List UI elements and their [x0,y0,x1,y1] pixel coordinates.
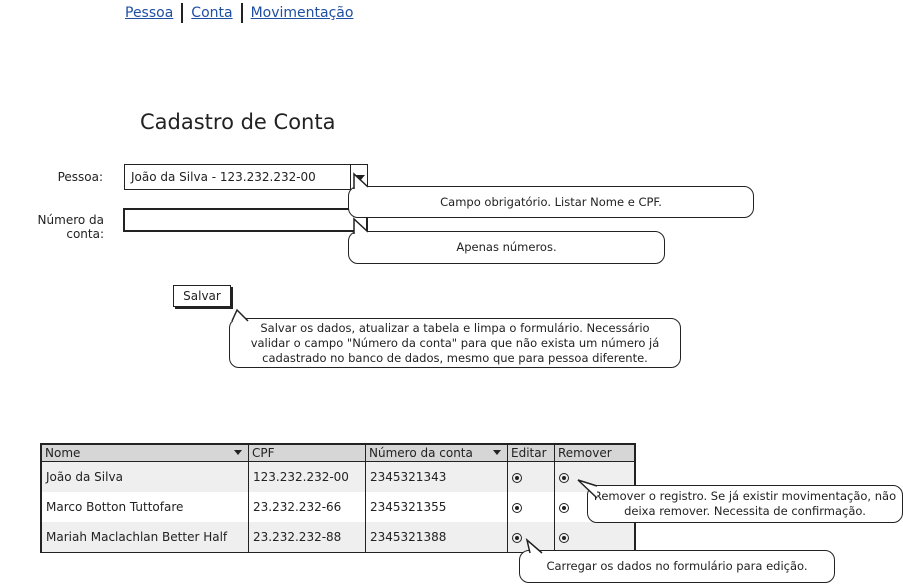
column-header-cpf[interactable]: CPF [248,445,366,462]
cell-numero-conta: 2345321355 [365,492,508,522]
table-row[interactable]: Marco Botton Tuttofare 23.232.232-66 234… [42,492,634,522]
note-pessoa-callout: Campo obrigatório. Listar Nome e CPF. [348,186,754,218]
note-editar-text: Carregar os dados no formulário para edi… [546,559,808,573]
pessoa-select[interactable]: João da Silva - 123.232.232-00 [124,164,368,190]
note-editar-callout: Carregar os dados no formulário para edi… [519,550,835,583]
table-header-row: Nome CPF Número da conta Editar Remover [42,445,634,462]
nav-link-pessoa[interactable]: Pessoa [125,5,173,21]
pessoa-select-value: João da Silva - 123.232.232-00 [131,170,316,184]
column-header-numero-conta[interactable]: Número da conta [365,445,508,462]
remove-radio[interactable] [559,502,569,513]
cell-cpf: 23.232.232-66 [248,492,366,522]
column-header-editar: Editar [507,445,555,462]
cell-nome: Marco Botton Tuttofare [46,500,184,514]
cell-numero-conta: 2345321388 [365,522,508,552]
cell-editar [507,492,555,522]
column-header-nome[interactable]: Nome [42,445,249,462]
callout-tail [353,217,369,234]
cell-cpf: 123.232.232-00 [248,461,366,492]
note-salvar-callout: Salvar os dados, atualizar a tabela e li… [229,318,681,368]
note-remover-text: Remover o registro. Se já existir movime… [593,489,897,518]
cell-numero-conta: 2345321343 [365,461,508,492]
nav-separator [240,3,243,23]
callout-tail [231,308,249,322]
cell-editar [507,461,555,492]
nav-separator [181,3,184,23]
page-title: Cadastro de Conta [140,110,336,134]
pessoa-label: Pessoa: [57,170,103,184]
edit-radio[interactable] [512,502,522,513]
cell-nome: Mariah Maclachlan Better Half [42,522,249,552]
note-numero-callout: Apenas números. [348,231,665,264]
remove-radio[interactable] [559,532,569,543]
table-row[interactable]: João da Silva 123.232.232-00 2345321343 [42,461,634,492]
nav-link-movimentacao[interactable]: Movimentação [251,5,354,21]
callout-tail [353,172,369,189]
edit-radio[interactable] [512,472,522,483]
note-pessoa-text: Campo obrigatório. Listar Nome e CPF. [440,194,662,209]
numero-conta-label: Número da conta: [37,213,104,241]
remove-radio[interactable] [559,472,569,483]
numero-conta-input[interactable] [123,208,368,232]
column-header-remover: Remover [554,445,634,462]
nav-link-conta[interactable]: Conta [191,5,232,21]
cell-remover [554,522,634,552]
save-button[interactable]: Salvar [173,285,231,307]
note-numero-text: Apenas números. [456,240,557,254]
callout-tail [525,538,543,554]
contas-table: Nome CPF Número da conta Editar Remover … [40,443,636,553]
cell-nome: João da Silva [42,461,249,492]
top-nav: Pessoa Conta Movimentação [125,3,353,23]
note-salvar-text: Salvar os dados, atualizar a tabela e li… [250,320,660,365]
cell-cpf: 23.232.232-88 [248,522,366,552]
edit-radio[interactable] [512,532,522,543]
callout-tail [577,479,598,499]
note-remover-callout: Remover o registro. Se já existir movime… [587,485,903,523]
